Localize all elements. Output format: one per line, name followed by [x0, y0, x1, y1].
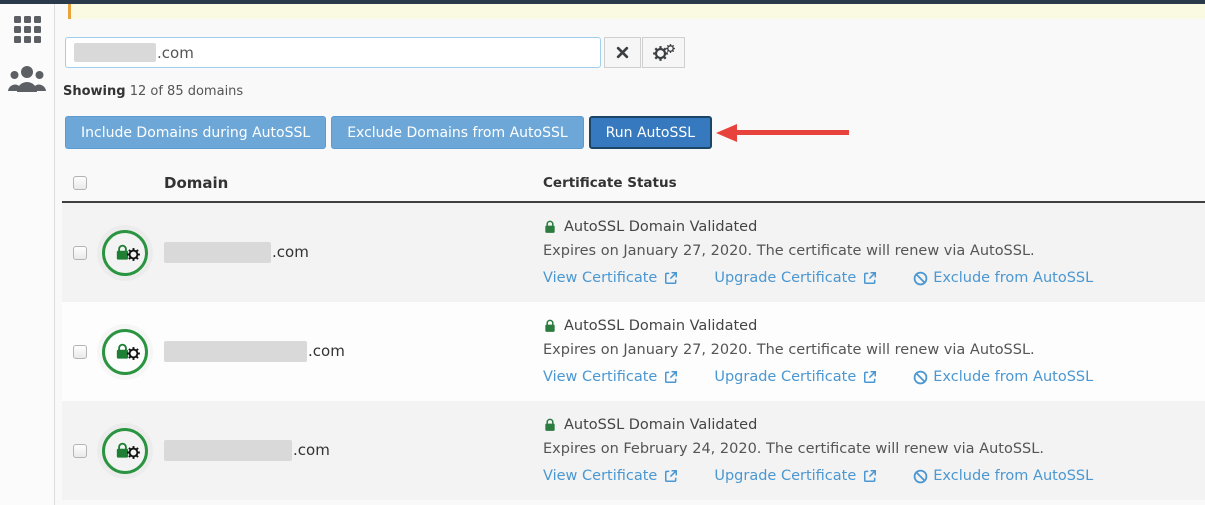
search-row: .com — [65, 37, 1205, 68]
select-all-checkbox[interactable] — [73, 176, 87, 190]
upgrade-certificate-link[interactable]: Upgrade Certificate — [714, 369, 877, 385]
ban-icon — [913, 469, 928, 484]
domains-table: Domain Certificate Status .com AutoSSL D… — [62, 165, 1205, 500]
external-link-icon — [863, 271, 877, 285]
table-header-row: Domain Certificate Status — [62, 165, 1205, 203]
search-settings-button[interactable] — [642, 37, 685, 68]
view-certificate-link[interactable]: View Certificate — [543, 270, 678, 286]
redacted-domain-text — [164, 242, 271, 263]
status-expiry: Expires on February 24, 2020. The certif… — [543, 441, 1044, 457]
lock-icon — [543, 319, 557, 333]
domain-column-header: Domain — [164, 174, 229, 192]
exclude-from-autossl-link[interactable]: Exclude from AutoSSL — [913, 270, 1093, 286]
status-expiry: Expires on January 27, 2020. The certifi… — [543, 243, 1035, 259]
external-link-icon — [863, 370, 877, 384]
domain-name: .com — [164, 242, 543, 263]
autossl-secured-icon — [102, 229, 148, 276]
table-row: .com AutoSSL Domain Validated Expires on… — [62, 401, 1205, 500]
lock-icon — [543, 418, 557, 432]
view-certificate-link[interactable]: View Certificate — [543, 369, 678, 385]
status-title: AutoSSL Domain Validated — [564, 318, 758, 334]
close-icon — [616, 46, 629, 59]
main-content: .com Showing 12 of 85 domains Include Do… — [62, 19, 1205, 505]
arrow-shaft — [737, 130, 850, 135]
redacted-domain-text — [164, 440, 292, 461]
external-link-icon — [664, 469, 678, 483]
row-checkbox[interactable] — [73, 245, 87, 260]
lock-icon — [543, 220, 557, 234]
certificate-status-cell: AutoSSL Domain Validated Expires on Febr… — [543, 417, 1205, 484]
sidebar — [0, 4, 55, 505]
view-certificate-link[interactable]: View Certificate — [543, 468, 678, 484]
ban-icon — [913, 271, 928, 286]
domains-count-summary: Showing 12 of 85 domains — [63, 84, 1205, 99]
exclude-from-autossl-link[interactable]: Exclude from AutoSSL — [913, 369, 1093, 385]
redacted-domain-text — [74, 43, 156, 62]
status-column-header: Certificate Status — [543, 175, 677, 191]
table-row: .com AutoSSL Domain Validated Expires on… — [62, 203, 1205, 302]
row-checkbox[interactable] — [73, 443, 87, 458]
status-expiry: Expires on January 27, 2020. The certifi… — [543, 342, 1035, 358]
domain-name: .com — [164, 341, 543, 362]
ban-icon — [913, 370, 928, 385]
search-input[interactable]: .com — [65, 37, 601, 68]
search-value-suffix: .com — [157, 43, 194, 62]
grid-icon — [13, 16, 41, 43]
certificate-status-cell: AutoSSL Domain Validated Expires on Janu… — [543, 219, 1205, 286]
summary-label: Showing — [63, 84, 126, 99]
status-title: AutoSSL Domain Validated — [564, 219, 758, 235]
upgrade-certificate-link[interactable]: Upgrade Certificate — [714, 270, 877, 286]
external-link-icon — [863, 469, 877, 483]
notice-banner — [68, 4, 1205, 19]
domain-name: .com — [164, 440, 543, 461]
run-autossl-button[interactable]: Run AutoSSL — [588, 116, 713, 149]
autossl-toolbar: Include Domains during AutoSSL Exclude D… — [65, 116, 1205, 149]
upgrade-certificate-link[interactable]: Upgrade Certificate — [714, 468, 877, 484]
clear-search-button[interactable] — [604, 37, 641, 68]
people-icon — [8, 65, 46, 93]
exclude-domains-button[interactable]: Exclude Domains from AutoSSL — [331, 116, 584, 149]
redacted-domain-text — [164, 341, 307, 362]
sidebar-item-users[interactable] — [8, 65, 46, 93]
cogs-icon — [652, 43, 675, 62]
row-checkbox[interactable] — [73, 344, 87, 359]
summary-value: 12 of 85 domains — [129, 84, 244, 99]
external-link-icon — [664, 271, 678, 285]
sidebar-item-apps[interactable] — [13, 16, 41, 43]
autossl-secured-icon — [102, 328, 148, 375]
red-arrow-annotation — [716, 123, 850, 143]
autossl-secured-icon — [102, 427, 148, 474]
external-link-icon — [664, 370, 678, 384]
exclude-from-autossl-link[interactable]: Exclude from AutoSSL — [913, 468, 1093, 484]
table-row: .com AutoSSL Domain Validated Expires on… — [62, 302, 1205, 401]
status-title: AutoSSL Domain Validated — [564, 417, 758, 433]
certificate-status-cell: AutoSSL Domain Validated Expires on Janu… — [543, 318, 1205, 385]
include-domains-button[interactable]: Include Domains during AutoSSL — [65, 116, 327, 149]
arrow-head — [716, 123, 738, 142]
